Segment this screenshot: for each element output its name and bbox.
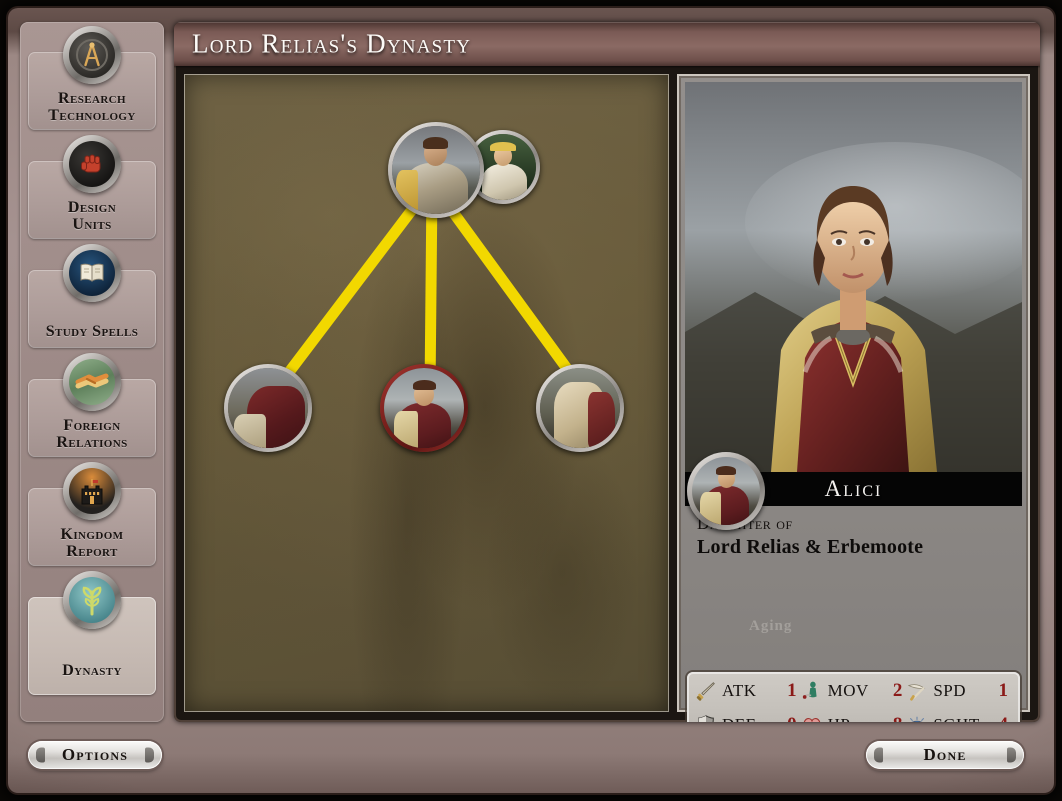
stat-label: SGHT — [933, 715, 979, 722]
done-button-label: Done — [923, 745, 967, 764]
stat-value: 1 — [998, 680, 1008, 701]
sword-icon — [696, 682, 715, 701]
sidebar-item-label: Foreign Relations — [56, 417, 128, 451]
options-button[interactable]: Options — [28, 741, 162, 769]
stat-label: HP — [828, 715, 851, 722]
stat-label: DEF — [722, 715, 756, 722]
tree-node-child-2-selected[interactable] — [380, 364, 468, 452]
options-button-label: Options — [61, 745, 129, 764]
boot-figure-icon — [802, 681, 817, 699]
stat-label: SPD — [933, 681, 967, 700]
sidebar-item-label: Study Spells — [45, 323, 139, 340]
faint-status-note: Aging — [749, 618, 793, 634]
sidebar-item-dynasty[interactable]: Dynasty — [28, 571, 156, 695]
wing-sword-icon — [908, 684, 926, 701]
sidebar-item-kingdom-report[interactable]: Kingdom Report — [28, 462, 156, 566]
heart-icon — [803, 718, 820, 722]
castle-icon — [63, 462, 121, 520]
sidebar-item-label: Dynasty — [62, 662, 122, 679]
stat-atk: ATK 1 — [695, 680, 801, 702]
open-book-icon — [63, 244, 121, 302]
stat-value: 0 — [787, 714, 801, 722]
content-frame: Lord Relias's Dynasty Alici of Lord Reli… — [174, 22, 1040, 722]
stat-label: MOV — [827, 681, 869, 700]
stat-hp: HP 8 — [801, 714, 907, 722]
sidebar: Research Technology Design Units Study S… — [20, 22, 164, 722]
page-title: Lord Relias's Dynasty — [192, 28, 472, 59]
stat-value: 1 — [787, 680, 797, 701]
character-portrait — [685, 82, 1022, 472]
sidebar-item-research-technology[interactable]: Research Technology — [28, 26, 156, 130]
game-window: Research Technology Design Units Study S… — [8, 8, 1054, 793]
character-info-panel: Alici Daughter of Lord Relias & Erbemoot… — [677, 74, 1030, 722]
stat-spd: SPD 1 — [906, 680, 1012, 702]
sidebar-item-foreign-relations[interactable]: Foreign Relations — [28, 353, 156, 457]
stats-panel: ATK 1 MOV 2 SPD 1 — [687, 672, 1020, 722]
eye-icon — [910, 716, 925, 722]
sidebar-item-label: Design Units — [67, 199, 117, 233]
portrait-artwork — [685, 82, 1022, 472]
fist-icon — [63, 135, 121, 193]
stat-value: 8 — [893, 714, 907, 722]
pill-cap-left-icon — [36, 747, 45, 763]
sidebar-item-study-spells[interactable]: Study Spells — [28, 244, 156, 348]
pill-cap-right-icon — [1007, 747, 1016, 763]
family-tree-icon — [63, 571, 121, 629]
character-portrait-badge[interactable] — [687, 452, 765, 530]
character-name: Alici — [824, 476, 883, 501]
handshake-icon — [63, 353, 121, 411]
stat-value: 4 — [998, 714, 1012, 722]
family-tree-panel[interactable] — [184, 74, 669, 712]
pill-cap-right-icon — [145, 747, 154, 763]
stat-def: DEF 0 — [695, 714, 801, 722]
title-bar: Lord Relias's Dynasty — [174, 22, 1040, 66]
sidebar-item-design-units[interactable]: Design Units — [28, 135, 156, 239]
shield-icon — [698, 715, 714, 722]
parents-names: Lord Relias & Erbemoote — [697, 536, 924, 558]
done-button[interactable]: Done — [866, 741, 1024, 769]
pill-cap-left-icon — [874, 747, 883, 763]
sidebar-item-label: Kingdom Report — [60, 526, 124, 560]
stat-sght: SGHT 4 — [906, 714, 1012, 722]
stat-label: ATK — [722, 681, 757, 700]
sidebar-item-label: Research Technology — [48, 90, 136, 124]
stat-value: 2 — [892, 680, 903, 701]
tree-node-father[interactable] — [388, 122, 484, 218]
compass-icon — [63, 26, 121, 84]
tree-node-child-3[interactable] — [536, 364, 624, 452]
stat-mov: MOV 2 — [801, 680, 907, 702]
tree-node-child-1[interactable] — [224, 364, 312, 452]
